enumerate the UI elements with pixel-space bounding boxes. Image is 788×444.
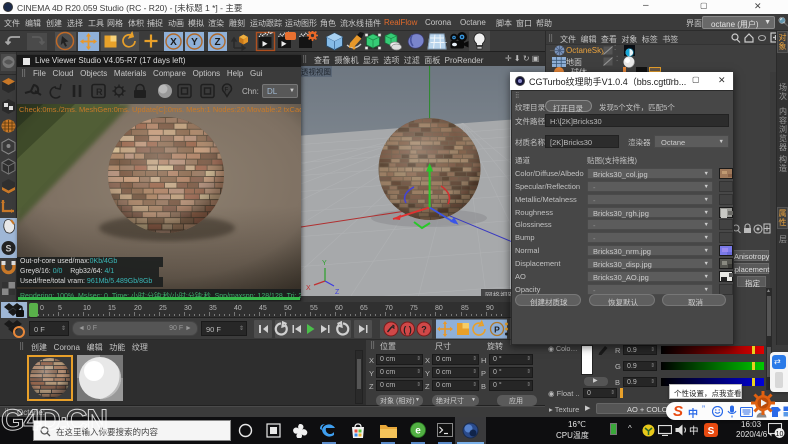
- svg-text:X: X: [170, 37, 177, 48]
- svg-text:Y: Y: [322, 260, 327, 267]
- svg-text:10: 10: [776, 431, 784, 438]
- svg-text:?: ?: [421, 325, 427, 335]
- svg-text:( ): ( ): [403, 325, 412, 335]
- svg-text:P: P: [494, 325, 500, 335]
- svg-text:S: S: [673, 403, 683, 419]
- svg-text:R: R: [96, 87, 103, 97]
- svg-text:Y: Y: [191, 37, 198, 48]
- svg-text:F: F: [225, 88, 229, 94]
- svg-text:e: e: [415, 426, 421, 437]
- svg-text:Z: Z: [214, 37, 220, 48]
- svg-text:S: S: [708, 426, 715, 437]
- svg-text:X: X: [306, 285, 311, 292]
- svg-text:透视视图: 透视视图: [301, 67, 331, 77]
- svg-text:Z: Z: [335, 289, 340, 296]
- svg-text:S: S: [5, 244, 11, 254]
